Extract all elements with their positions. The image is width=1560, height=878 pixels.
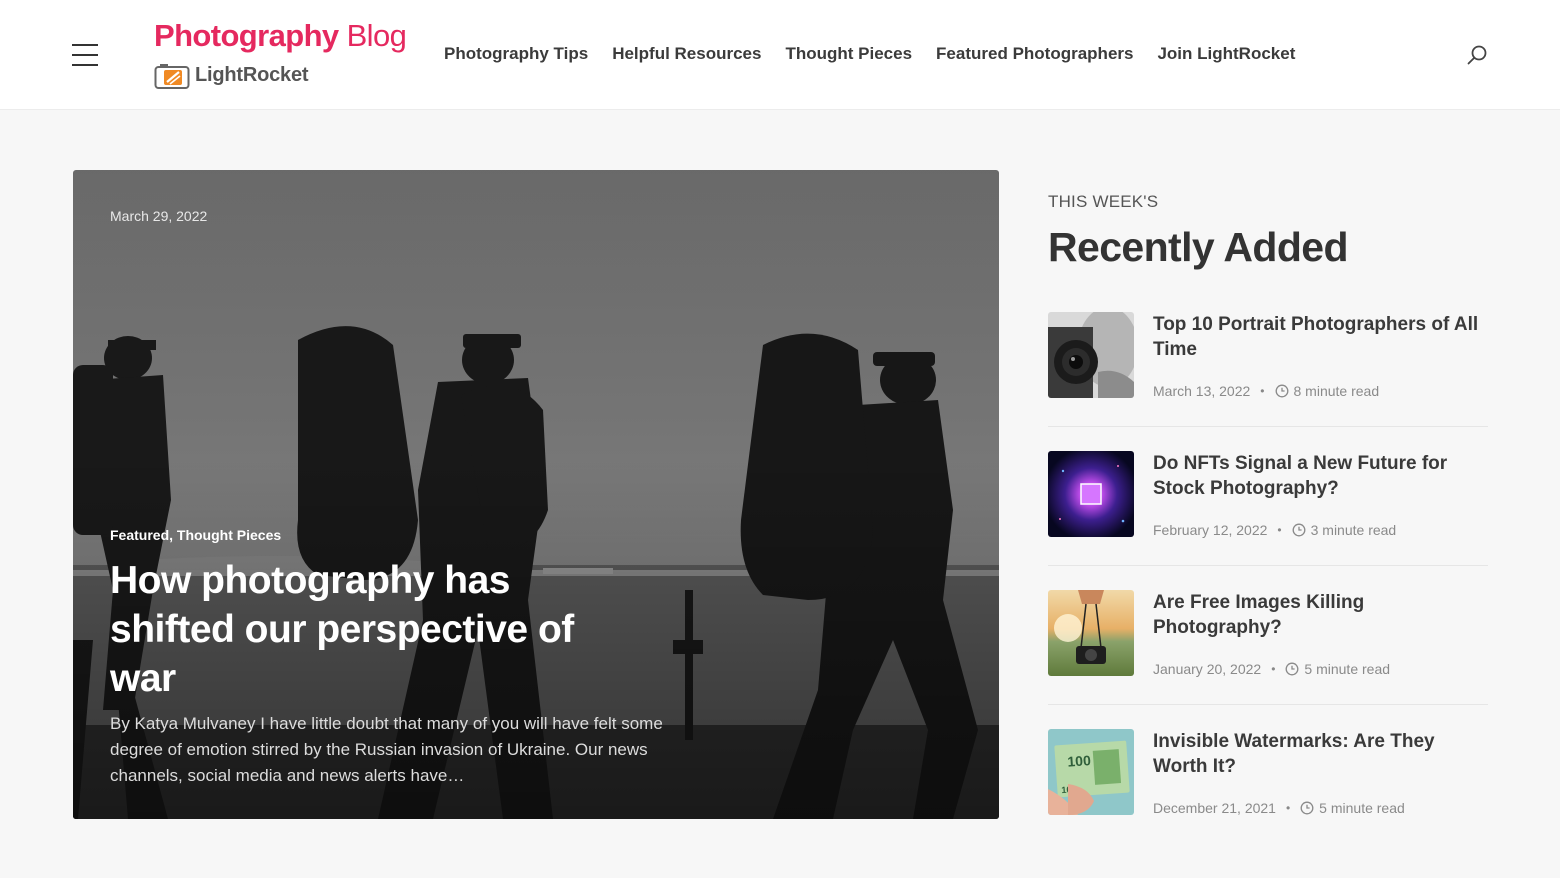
category-featured-link[interactable]: Featured bbox=[110, 527, 169, 543]
featured-post-excerpt: By Katya Mulvaney I have little doubt th… bbox=[110, 714, 663, 785]
recent-post-date: January 20, 2022 bbox=[1153, 661, 1262, 677]
recent-post-item[interactable]: Do NFTs Signal a New Future for Stock Ph… bbox=[1048, 451, 1488, 566]
clock-icon bbox=[1275, 384, 1288, 398]
post-thumbnail[interactable] bbox=[1048, 312, 1134, 398]
svg-text:100: 100 bbox=[1067, 752, 1092, 770]
recent-post-read-time: 5 minute read bbox=[1304, 661, 1391, 677]
recent-post-title[interactable]: Top 10 Portrait Photographers of All Tim… bbox=[1153, 312, 1488, 362]
nav-thought-pieces[interactable]: Thought Pieces bbox=[785, 44, 912, 68]
nav-photography-tips[interactable]: Photography Tips bbox=[444, 44, 588, 68]
recent-post-title[interactable]: Do NFTs Signal a New Future for Stock Ph… bbox=[1153, 451, 1488, 501]
recent-post-item[interactable]: Are Free Images Killing Photography? Jan… bbox=[1048, 590, 1488, 705]
logo-subtitle: LightRocket bbox=[195, 64, 309, 86]
recent-post-date: February 12, 2022 bbox=[1153, 522, 1268, 538]
post-thumbnail[interactable] bbox=[1048, 590, 1134, 676]
recent-post-read-time: 5 minute read bbox=[1319, 800, 1405, 816]
recent-post-date: March 13, 2022 bbox=[1153, 383, 1251, 399]
recent-post-meta: January 20, 2022 • 5 minute read bbox=[1153, 661, 1390, 677]
featured-post-date: March 29, 2022 bbox=[110, 208, 208, 224]
recent-post-meta: March 13, 2022 • 8 minute read bbox=[1153, 383, 1379, 399]
clock-icon bbox=[1285, 662, 1299, 676]
recent-post-read-time: 8 minute read bbox=[1293, 383, 1380, 399]
hanging-camera-thumbnail bbox=[1048, 590, 1134, 676]
site-header: Photography Blog LightRocket Photography… bbox=[0, 0, 1560, 110]
meta-separator: • bbox=[1285, 801, 1291, 815]
nav-featured-photographers[interactable]: Featured Photographers bbox=[936, 44, 1133, 68]
logo-title: Photography Blog bbox=[154, 18, 407, 53]
featured-post-card[interactable]: March 29, 2022 Featured, Thought Pieces … bbox=[73, 170, 999, 819]
banknote-thumbnail: 100 100 bbox=[1048, 729, 1134, 815]
search-icon[interactable] bbox=[1466, 44, 1488, 66]
featured-post-title[interactable]: How photography has shifted our perspect… bbox=[110, 556, 630, 703]
recent-post-meta: December 21, 2021 • 5 minute read bbox=[1153, 800, 1405, 816]
lightrocket-camera-icon bbox=[154, 64, 190, 89]
sidebar-kicker: THIS WEEK'S bbox=[1048, 192, 1159, 211]
post-thumbnail[interactable]: 100 100 bbox=[1048, 729, 1134, 815]
category-thought-pieces-link[interactable]: Thought Pieces bbox=[177, 527, 281, 543]
nav-helpful-resources[interactable]: Helpful Resources bbox=[612, 44, 761, 68]
recent-post-item[interactable]: Top 10 Portrait Photographers of All Tim… bbox=[1048, 312, 1488, 427]
nav-join-lightrocket[interactable]: Join LightRocket bbox=[1157, 44, 1295, 68]
main-nav: Photography Tips Helpful Resources Thoug… bbox=[444, 44, 1319, 68]
nft-glow-thumbnail bbox=[1048, 451, 1134, 537]
recent-post-title[interactable]: Are Free Images Killing Photography? bbox=[1153, 590, 1488, 640]
recent-post-item[interactable]: 100 100 Invisible Watermarks: Are They W… bbox=[1048, 729, 1488, 844]
sidebar-heading: Recently Added bbox=[1048, 224, 1349, 270]
recent-post-title[interactable]: Invisible Watermarks: Are They Worth It? bbox=[1153, 729, 1488, 779]
recent-post-read-time: 3 minute read bbox=[1310, 522, 1397, 538]
meta-separator: • bbox=[1260, 384, 1265, 398]
clock-icon bbox=[1292, 523, 1306, 537]
recent-post-meta: February 12, 2022 • 3 minute read bbox=[1153, 522, 1396, 538]
meta-separator: • bbox=[1271, 662, 1276, 676]
camera-portrait-thumbnail bbox=[1048, 312, 1134, 398]
recent-post-date: December 21, 2021 bbox=[1153, 800, 1276, 816]
hamburger-menu-icon[interactable] bbox=[72, 44, 98, 66]
post-thumbnail[interactable] bbox=[1048, 451, 1134, 537]
clock-icon bbox=[1300, 801, 1314, 815]
meta-separator: • bbox=[1277, 523, 1282, 537]
site-logo[interactable]: Photography Blog LightRocket bbox=[154, 18, 407, 94]
featured-post-categories: Featured, Thought Pieces bbox=[110, 527, 282, 543]
